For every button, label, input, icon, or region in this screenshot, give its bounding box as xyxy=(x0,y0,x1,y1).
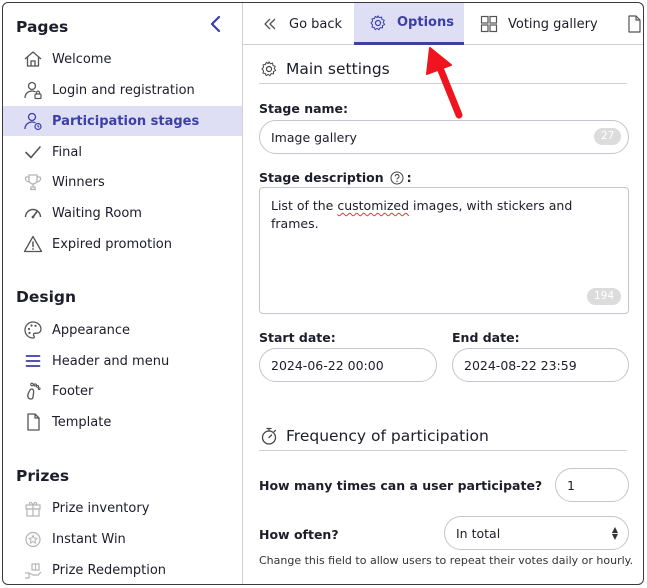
start-date-value: 2024-06-22 00:00 xyxy=(271,357,384,373)
participation-count-input[interactable]: 1 xyxy=(555,468,629,502)
tab-go-back[interactable]: Go back xyxy=(260,3,342,45)
stage-name-input[interactable]: Image gallery xyxy=(259,120,629,154)
trophy-icon xyxy=(23,172,43,192)
sidebar-item-label: Instant Win xyxy=(52,531,126,547)
end-date-value: 2024-08-22 23:59 xyxy=(464,357,577,373)
sidebar-item-label: Participation stages xyxy=(52,113,200,129)
sidebar-item-welcome[interactable]: Welcome xyxy=(3,44,242,74)
stage-name-char-count: 27 xyxy=(594,128,622,145)
sidebar-item-label: Expired promotion xyxy=(52,236,172,252)
check-icon xyxy=(23,142,43,162)
participation-count-value: 1 xyxy=(567,477,575,493)
app-window: Pages Welcome Login and registration Par… xyxy=(2,2,644,585)
end-date-input[interactable]: 2024-08-22 23:59 xyxy=(452,348,629,382)
tab-bar: Go back Options Voting gallery xyxy=(243,3,643,45)
redeem-icon xyxy=(23,560,43,580)
sidebar-item-instant-win[interactable]: Instant Win xyxy=(3,524,242,554)
palette-icon xyxy=(23,320,43,340)
sidebar-item-label: Template xyxy=(52,414,112,430)
chevron-left-icon xyxy=(210,15,221,33)
home-icon xyxy=(23,49,43,69)
gear-icon xyxy=(259,59,279,79)
menu-icon xyxy=(23,351,43,371)
sidebar-item-label: Footer xyxy=(52,383,94,399)
tab-voting-gallery[interactable]: Voting gallery xyxy=(479,3,598,45)
instant-win-icon xyxy=(23,529,43,549)
sidebar-item-template[interactable]: Template xyxy=(3,407,242,437)
colon: : xyxy=(406,170,412,185)
foot-icon xyxy=(23,381,43,401)
gift-icon xyxy=(23,498,43,518)
sidebar-item-label: Winners xyxy=(52,174,105,190)
sidebar-item-winners[interactable]: Winners xyxy=(3,167,242,197)
sidebar: Pages Welcome Login and registration Par… xyxy=(3,3,243,584)
sidebar-item-label: Header and menu xyxy=(52,353,170,369)
gear-icon xyxy=(368,13,388,33)
sidebar-item-label: Final xyxy=(52,144,82,160)
sidebar-item-expired-promotion[interactable]: Expired promotion xyxy=(3,229,242,259)
sidebar-item-label: Appearance xyxy=(52,322,131,338)
how-often-value: In total xyxy=(456,525,501,541)
collapse-sidebar-button[interactable] xyxy=(208,15,224,33)
file-icon xyxy=(625,14,643,34)
stage-name-value: Image gallery xyxy=(271,129,357,145)
sidebar-item-label: Prize inventory xyxy=(52,500,150,516)
stage-description-textarea[interactable]: List of the customized images, with stic… xyxy=(259,187,629,314)
help-icon[interactable] xyxy=(390,171,404,185)
frequency-header: Frequency of participation xyxy=(259,421,627,451)
sidebar-item-final[interactable]: Final xyxy=(3,137,242,167)
sidebar-item-header-menu[interactable]: Header and menu xyxy=(3,346,242,376)
start-date-input[interactable]: 2024-06-22 00:00 xyxy=(259,348,437,382)
sidebar-item-waiting-room[interactable]: Waiting Room xyxy=(3,198,242,228)
how-often-select[interactable]: In total ▲ ▼ xyxy=(444,516,629,550)
sidebar-item-participation-stages[interactable]: Participation stages xyxy=(3,106,242,136)
stage-description-label-text: Stage description xyxy=(259,170,384,185)
stopwatch-icon xyxy=(259,426,279,446)
section-title: Frequency of participation xyxy=(286,426,489,445)
sidebar-item-label: Prize Redemption xyxy=(52,562,167,578)
gauge-icon xyxy=(23,203,43,223)
sidebar-item-label: Waiting Room xyxy=(52,205,142,221)
sidebar-item-prize-inventory[interactable]: Prize inventory xyxy=(3,493,242,523)
sidebar-item-login-registration[interactable]: Login and registration xyxy=(3,75,242,105)
section-title-pages: Pages xyxy=(16,18,69,36)
stage-description-char-count: 194 xyxy=(587,288,622,305)
red-pointer-arrow-icon xyxy=(426,47,463,119)
tab-label: Voting gallery xyxy=(508,16,598,32)
how-often-label: How often? xyxy=(259,527,339,542)
start-date-label: Start date: xyxy=(259,330,336,345)
sidebar-item-label: Welcome xyxy=(52,51,112,67)
select-arrows-icon: ▲ ▼ xyxy=(611,525,618,541)
misspelled-word: customized xyxy=(337,198,410,213)
sidebar-item-prize-redemption[interactable]: Prize Redemption xyxy=(3,555,242,584)
stage-description-label: Stage description: xyxy=(259,170,412,185)
file-icon xyxy=(23,412,43,432)
tab-page[interactable] xyxy=(625,3,643,45)
how-often-hint: Change this field to allow users to repe… xyxy=(259,554,634,567)
sidebar-item-appearance[interactable]: Appearance xyxy=(3,315,242,345)
user-cycle-icon xyxy=(23,111,43,131)
tab-label: Options xyxy=(397,15,454,30)
grid-icon xyxy=(479,14,499,34)
user-lock-icon xyxy=(23,80,43,100)
double-chevron-left-icon xyxy=(260,14,280,34)
section-title-design: Design xyxy=(16,288,77,306)
participation-count-label: How many times can a user participate? xyxy=(259,478,543,493)
sidebar-item-label: Login and registration xyxy=(52,82,195,98)
section-title-prizes: Prizes xyxy=(16,467,70,485)
section-title: Main settings xyxy=(286,59,390,78)
description-text: List of the xyxy=(271,198,338,213)
tab-label: Go back xyxy=(289,16,343,32)
tab-options[interactable]: Options xyxy=(354,3,464,45)
stage-name-label: Stage name: xyxy=(259,101,349,116)
end-date-label: End date: xyxy=(452,330,520,345)
sidebar-item-footer[interactable]: Footer xyxy=(3,376,242,406)
warning-icon xyxy=(23,234,43,254)
